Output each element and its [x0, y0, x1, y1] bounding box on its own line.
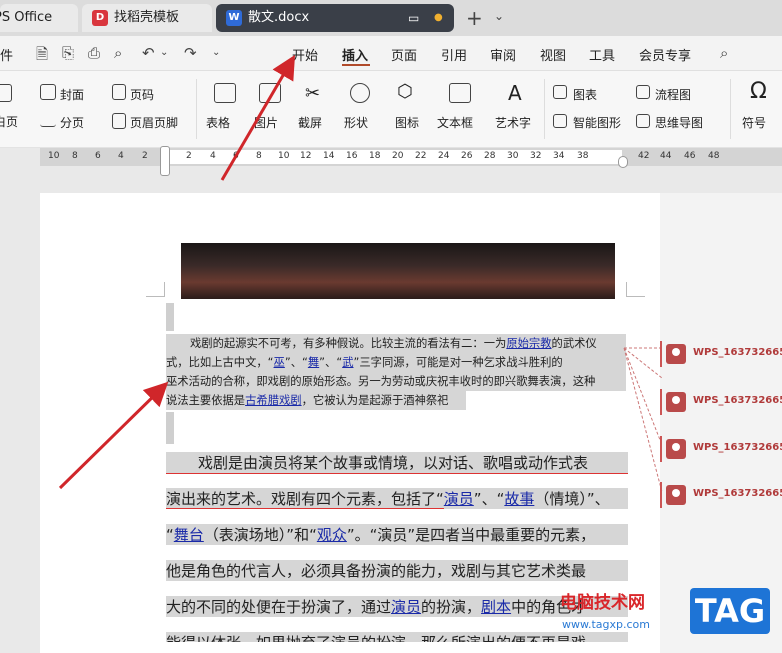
watermark-url: www.tagxp.com [562, 618, 650, 631]
site-watermark: 电脑技术网 www.tagxp.com TAG [560, 588, 782, 640]
arrow-to-insert-tab [220, 54, 296, 181]
watermark-site-name: 电脑技术网 [560, 593, 645, 613]
watermark-tag-logo: TAG [690, 588, 770, 634]
annotation-arrows [58, 54, 296, 490]
arrow-to-paragraph [58, 381, 169, 490]
